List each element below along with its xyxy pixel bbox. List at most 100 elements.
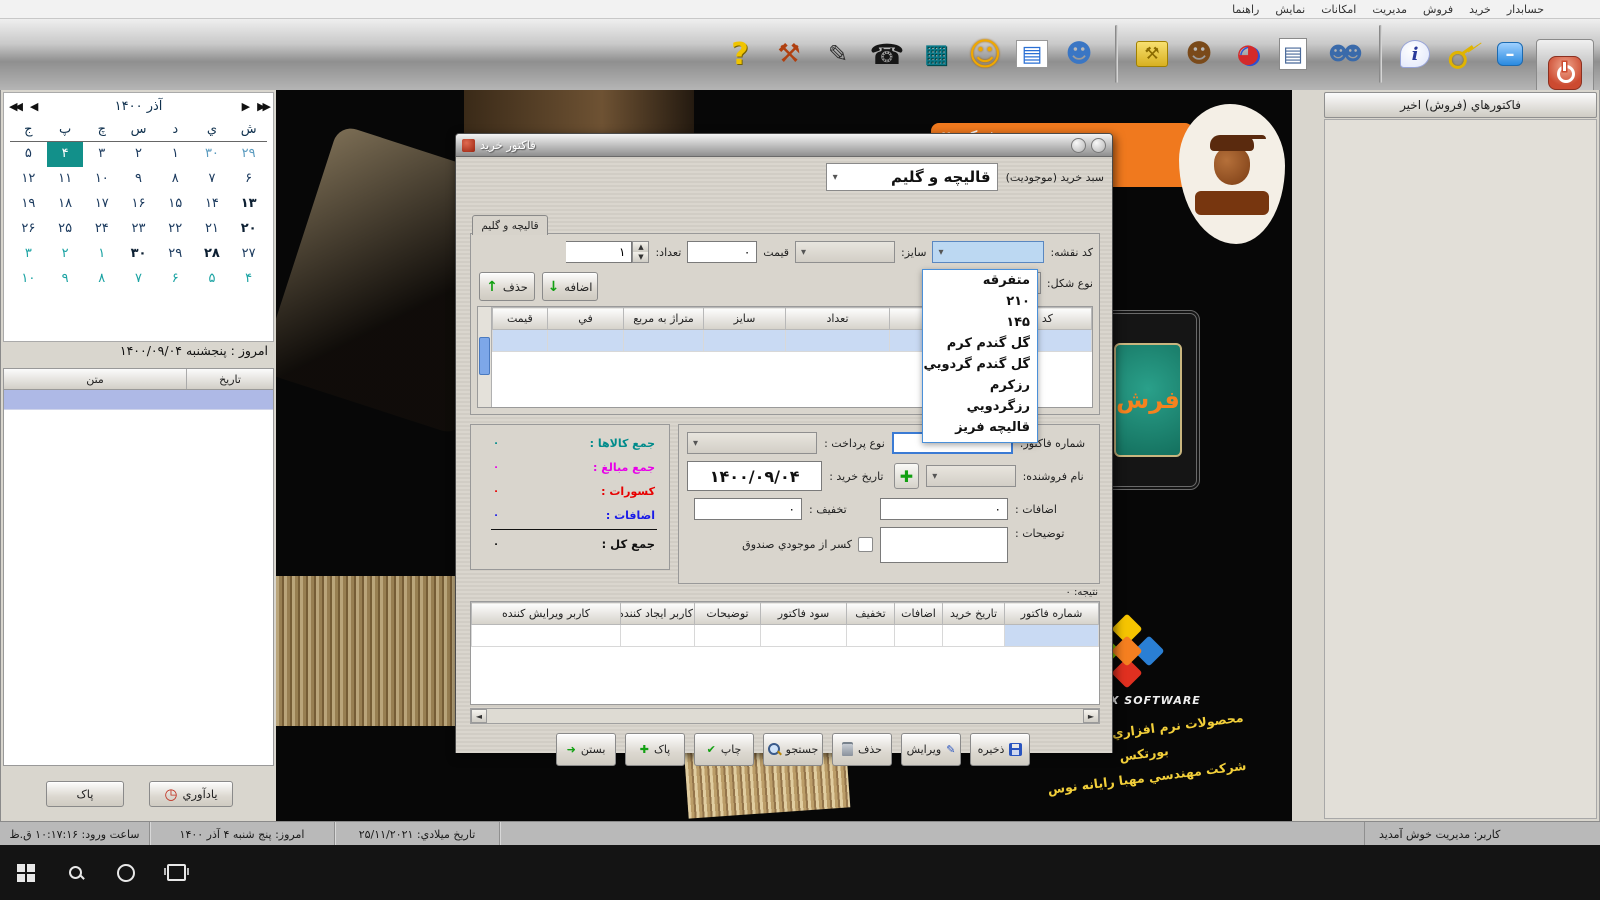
- scroll-left-icon[interactable]: ◄: [471, 709, 487, 723]
- calendar-day[interactable]: ۱۰: [10, 267, 47, 292]
- search-button[interactable]: جستجو: [763, 733, 823, 766]
- folder-tools-icon[interactable]: ⚒: [1136, 41, 1168, 67]
- cortana-icon[interactable]: [116, 863, 136, 883]
- items-table-vscrollbar[interactable]: [478, 307, 492, 407]
- dropdown-item[interactable]: رزگردويي: [923, 396, 1037, 417]
- spin-up-icon[interactable]: ▲: [633, 242, 648, 252]
- calendar-day[interactable]: ۱۴: [194, 192, 231, 217]
- purchase-date-input[interactable]: ۱۴۰۰/۰۹/۰۴: [687, 461, 822, 491]
- remove-item-button[interactable]: ↑ حذف: [479, 272, 535, 301]
- calendar-day[interactable]: ۷: [120, 267, 157, 292]
- minimize-icon[interactable]: –: [1497, 42, 1523, 66]
- calendar-day[interactable]: ۵: [194, 267, 231, 292]
- calendar-day[interactable]: ۲۰: [230, 217, 267, 242]
- calendar-day[interactable]: ۲۵: [47, 217, 84, 242]
- add-seller-button[interactable]: ✚: [894, 463, 919, 489]
- add-user-icon[interactable]: ☻: [1061, 34, 1097, 74]
- calendar-day[interactable]: ۹: [120, 167, 157, 192]
- key-icon[interactable]: [1443, 34, 1479, 74]
- smiley-icon[interactable]: ☺: [967, 34, 1003, 74]
- tab-carpet-kilim[interactable]: قاليچه و گليم: [472, 215, 548, 235]
- info-icon[interactable]: i: [1400, 40, 1430, 68]
- report-document-icon[interactable]: ▤: [1279, 38, 1307, 70]
- finance-chart-icon[interactable]: ◕: [1230, 34, 1266, 74]
- calendar-day[interactable]: ۷: [194, 167, 231, 192]
- menu-sales[interactable]: فروش: [1415, 2, 1461, 17]
- calendar-prev-month-icon[interactable]: ◀: [25, 100, 40, 113]
- calendar-day[interactable]: ۱۹: [10, 192, 47, 217]
- calendar-day[interactable]: ۶: [157, 267, 194, 292]
- spin-down-icon[interactable]: ▼: [633, 252, 648, 262]
- windows-start-icon[interactable]: [16, 863, 36, 883]
- compose-icon[interactable]: ✎: [820, 34, 856, 74]
- inventory-icon[interactable]: ☻: [1181, 34, 1217, 74]
- calendar-day[interactable]: ۲۴: [83, 217, 120, 242]
- calendar-day-selected[interactable]: ۴: [47, 142, 84, 167]
- calendar-day[interactable]: ۵: [10, 142, 47, 167]
- calendar-day[interactable]: ۴: [230, 267, 267, 292]
- dropdown-item[interactable]: رزكرم: [923, 375, 1037, 396]
- reminder-button[interactable]: يادآوري ◷: [149, 781, 233, 807]
- quantity-stepper[interactable]: ۱ ▲ ▼: [566, 241, 649, 263]
- scroll-right-icon[interactable]: ►: [1083, 709, 1099, 723]
- calendar-day[interactable]: ۲۸: [194, 242, 231, 267]
- size-select[interactable]: ▾: [795, 241, 895, 263]
- dialog-help-button[interactable]: [1071, 138, 1086, 153]
- delete-button[interactable]: حذف: [832, 733, 892, 766]
- additions-input[interactable]: ۰: [880, 498, 1008, 520]
- save-button[interactable]: ذخيره: [970, 733, 1030, 766]
- calendar-day[interactable]: ۸: [83, 267, 120, 292]
- menu-help[interactable]: راهنما: [1224, 2, 1267, 17]
- quantity-value[interactable]: ۱: [566, 241, 632, 263]
- notes-row-selected[interactable]: [4, 390, 273, 410]
- tools-icon[interactable]: ⚒: [771, 34, 807, 74]
- recent-invoices-list[interactable]: [1324, 119, 1597, 819]
- calendar-day[interactable]: ۸: [157, 167, 194, 192]
- chart-monitor-icon[interactable]: ▤: [1016, 40, 1048, 68]
- calendar-day[interactable]: ۱۳: [230, 192, 267, 217]
- calendar-day[interactable]: ۲۶: [10, 217, 47, 242]
- calculator-icon[interactable]: ▦: [918, 34, 954, 74]
- calendar-day[interactable]: ۹: [47, 267, 84, 292]
- close-button[interactable]: ➜ بستن: [556, 733, 616, 766]
- dropdown-item[interactable]: متفرقه: [923, 270, 1037, 291]
- calendar-next-year-icon[interactable]: ▶▶: [252, 100, 273, 113]
- menu-accountant[interactable]: حسابدار: [1499, 2, 1552, 17]
- calendar-day[interactable]: ۱۵: [157, 192, 194, 217]
- users-icon[interactable]: ☻☻: [1320, 34, 1361, 74]
- calendar-prev-year-icon[interactable]: ◀◀: [4, 100, 25, 113]
- calendar-day[interactable]: ۱۲: [10, 167, 47, 192]
- table-row[interactable]: [472, 625, 1099, 647]
- payment-type-select[interactable]: ▾: [687, 432, 817, 454]
- calendar-day[interactable]: ۱۰: [83, 167, 120, 192]
- dialog-close-button[interactable]: [1091, 138, 1106, 153]
- calendar-day[interactable]: ۲: [120, 142, 157, 167]
- calendar-day[interactable]: ۱۶: [120, 192, 157, 217]
- calendar-day[interactable]: ۲۱: [194, 217, 231, 242]
- dropdown-item[interactable]: گل گندم گردويي: [923, 354, 1037, 375]
- history-hscrollbar[interactable]: ◄ ►: [470, 708, 1100, 724]
- map-code-select[interactable]: ▾: [932, 241, 1044, 263]
- phone-icon[interactable]: ☎: [869, 34, 905, 74]
- cash-deduct-checkbox[interactable]: [858, 537, 873, 552]
- notes-input[interactable]: [880, 527, 1008, 563]
- calendar-day[interactable]: ۲۹: [230, 142, 267, 167]
- calendar-day[interactable]: ۲۹: [157, 242, 194, 267]
- calendar-day[interactable]: ۳: [83, 142, 120, 167]
- calendar-day[interactable]: ۳۰: [120, 242, 157, 267]
- calendar-day[interactable]: ۲۷: [230, 242, 267, 267]
- dropdown-item[interactable]: قاليچه فريز: [923, 417, 1037, 438]
- discount-input[interactable]: ۰: [694, 498, 802, 520]
- calendar-day[interactable]: ۳: [10, 242, 47, 267]
- calendar-day[interactable]: ۱: [157, 142, 194, 167]
- help-icon[interactable]: ?: [722, 34, 758, 74]
- calendar-day[interactable]: ۳۰: [194, 142, 231, 167]
- calendar-day[interactable]: ۱۸: [47, 192, 84, 217]
- taskbar-search-icon[interactable]: [66, 863, 86, 883]
- calendar-day[interactable]: ۱۷: [83, 192, 120, 217]
- price-input[interactable]: ۰: [687, 241, 757, 263]
- dropdown-item[interactable]: ۱۴۵: [923, 312, 1037, 333]
- calendar-day[interactable]: ۲: [47, 242, 84, 267]
- calendar-day[interactable]: ۱۱: [47, 167, 84, 192]
- dropdown-item[interactable]: گل گندم كرم: [923, 333, 1037, 354]
